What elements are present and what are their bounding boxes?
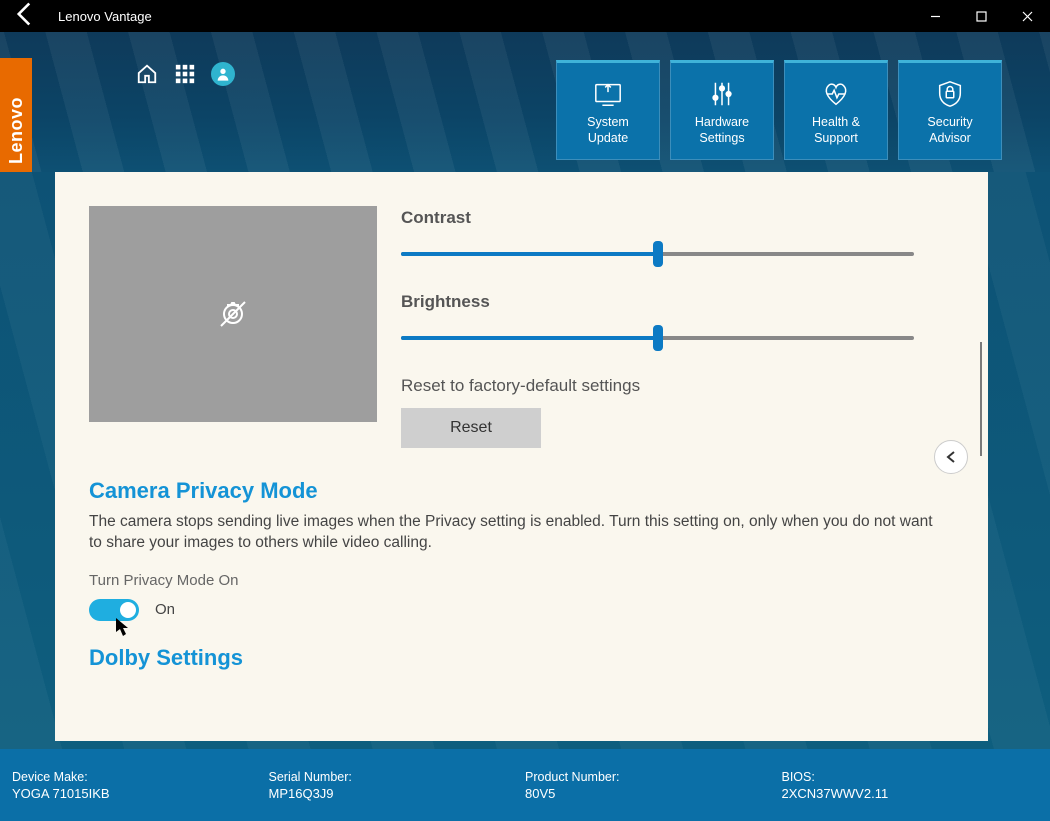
brightness-label: Brightness: [401, 292, 914, 312]
minimize-button[interactable]: [912, 0, 958, 32]
reset-label: Reset to factory-default settings: [401, 376, 914, 396]
tile-hardware-settings[interactable]: Hardware Settings: [670, 60, 774, 160]
footer: Device Make: YOGA 71015IKB Serial Number…: [0, 749, 1050, 821]
tile-security-advisor[interactable]: Security Advisor: [898, 60, 1002, 160]
privacy-desc: The camera stops sending live images whe…: [89, 512, 949, 554]
serial-value: MP16Q3J9: [269, 786, 526, 801]
product-label: Product Number:: [525, 770, 782, 784]
brightness-slider[interactable]: [401, 336, 914, 340]
camera-off-icon: [213, 294, 253, 334]
bios-value: 2XCN37WWV2.11: [782, 786, 1039, 801]
serial-label: Serial Number:: [269, 770, 526, 784]
dolby-title: Dolby Settings: [89, 645, 954, 671]
product-value: 80V5: [525, 786, 782, 801]
contrast-slider[interactable]: [401, 252, 914, 256]
user-icon[interactable]: [211, 62, 235, 86]
back-button[interactable]: [10, 0, 38, 32]
scrollbar[interactable]: [980, 342, 982, 456]
content-card: Contrast Brightness Reset to factory-def…: [55, 172, 988, 741]
privacy-title: Camera Privacy Mode: [89, 478, 954, 504]
privacy-toggle-label: Turn Privacy Mode On: [89, 572, 954, 589]
home-icon[interactable]: [135, 62, 159, 86]
window-title: Lenovo Vantage: [38, 9, 152, 24]
tile-system-update[interactable]: System Update: [556, 60, 660, 160]
bios-label: BIOS:: [782, 770, 1039, 784]
cursor-icon: [115, 617, 131, 642]
device-make-label: Device Make:: [12, 770, 269, 784]
maximize-button[interactable]: [958, 0, 1004, 32]
privacy-toggle-state: On: [155, 601, 175, 618]
apps-icon[interactable]: [173, 62, 197, 86]
close-button[interactable]: [1004, 0, 1050, 32]
nav-tiles: System Update Hardware Settings Health &…: [556, 60, 1002, 160]
contrast-label: Contrast: [401, 208, 914, 228]
privacy-toggle[interactable]: [89, 599, 139, 621]
titlebar: Lenovo Vantage: [0, 0, 1050, 32]
camera-preview: [89, 206, 377, 422]
header: Lenovo System Update Hardware Settings H: [0, 32, 1050, 172]
tile-health-support[interactable]: Health & Support: [784, 60, 888, 160]
reset-button[interactable]: Reset: [401, 408, 541, 448]
top-icons: [135, 62, 235, 86]
device-make-value: YOGA 71015IKB: [12, 786, 269, 801]
collapse-arrow-button[interactable]: [934, 440, 968, 474]
